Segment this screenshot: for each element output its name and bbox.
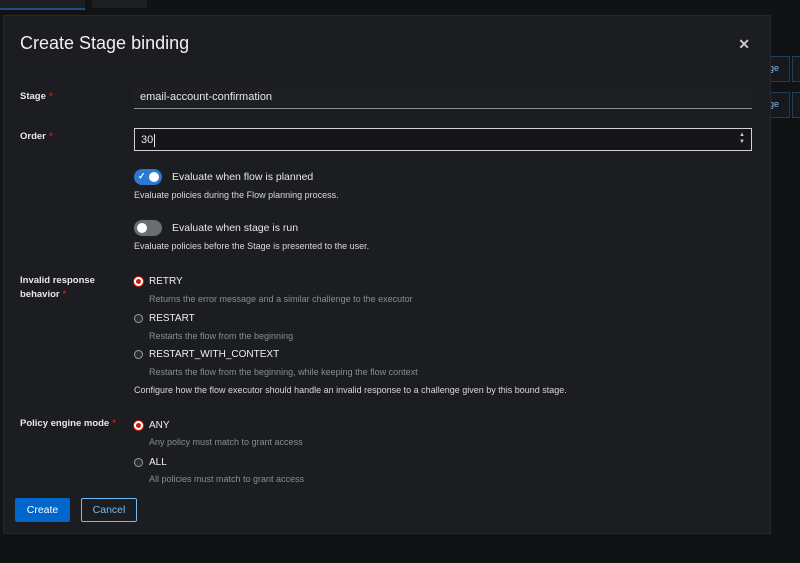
radio-all[interactable]	[134, 458, 143, 467]
stage-select[interactable]: email-account-confirmation	[134, 86, 752, 109]
radio-retry-desc: Returns the error message and a similar …	[149, 294, 413, 304]
evaluate-planned-toggle[interactable]: ✓	[134, 169, 162, 185]
radio-retry[interactable]	[134, 277, 143, 286]
radio-retry-label[interactable]: RETRY	[149, 276, 183, 287]
radio-restart-with-context-desc: Restarts the flow from the beginning, wh…	[149, 367, 418, 377]
background-button-4	[792, 92, 800, 118]
radio-restart-with-context[interactable]	[134, 350, 143, 359]
evaluate-planned-label: Evaluate when flow is planned	[172, 171, 314, 183]
evaluate-run-label: Evaluate when stage is run	[172, 222, 299, 234]
evaluate-run-toggle[interactable]	[134, 220, 162, 236]
close-icon[interactable]: ✕	[738, 36, 750, 53]
create-button[interactable]: Create	[15, 498, 70, 522]
check-icon: ✓	[138, 171, 146, 181]
stage-value: email-account-confirmation	[140, 91, 273, 103]
policy-engine-label: Policy engine mode *	[20, 418, 116, 429]
radio-any-label[interactable]: ANY	[149, 420, 170, 431]
cancel-button[interactable]: Cancel	[81, 498, 137, 522]
radio-restart[interactable]	[134, 314, 143, 323]
radio-any-desc: Any policy must match to grant access	[149, 437, 303, 447]
invalid-response-label: Invalid response behavior *	[20, 275, 95, 300]
radio-restart-desc: Restarts the flow from the beginning	[149, 331, 294, 341]
radio-all-desc: All policies must match to grant access	[149, 474, 305, 484]
stage-label: Stage *	[20, 91, 53, 102]
order-label: Order *	[20, 131, 53, 142]
radio-restart-with-context-label[interactable]: RESTART_WITH_CONTEXT	[149, 349, 279, 360]
order-input[interactable]: 30 ▲ ▼	[134, 128, 752, 151]
radio-all-label[interactable]: ALL	[149, 457, 167, 468]
invalid-response-help: Configure how the flow executor should h…	[134, 385, 567, 395]
background-button-1: ge	[769, 56, 790, 82]
background-button-3: ge	[769, 92, 790, 118]
evaluate-planned-help: Evaluate policies during the Flow planni…	[134, 190, 339, 200]
create-stage-binding-modal: Create Stage binding ✕ Stage * email-acco…	[4, 16, 770, 533]
order-value: 30	[141, 134, 154, 146]
background-button-2	[792, 56, 800, 82]
background-tab-1	[0, 0, 85, 10]
chevron-down-icon[interactable]: ▼	[739, 139, 745, 146]
chevron-up-icon[interactable]: ▲	[739, 132, 745, 139]
order-stepper[interactable]: ▲ ▼	[739, 132, 745, 146]
background-tab-2	[92, 0, 147, 8]
modal-title: Create Stage binding	[20, 33, 190, 53]
evaluate-run-help: Evaluate policies before the Stage is pr…	[134, 241, 370, 251]
radio-any[interactable]	[134, 421, 143, 430]
radio-restart-label[interactable]: RESTART	[149, 313, 195, 324]
